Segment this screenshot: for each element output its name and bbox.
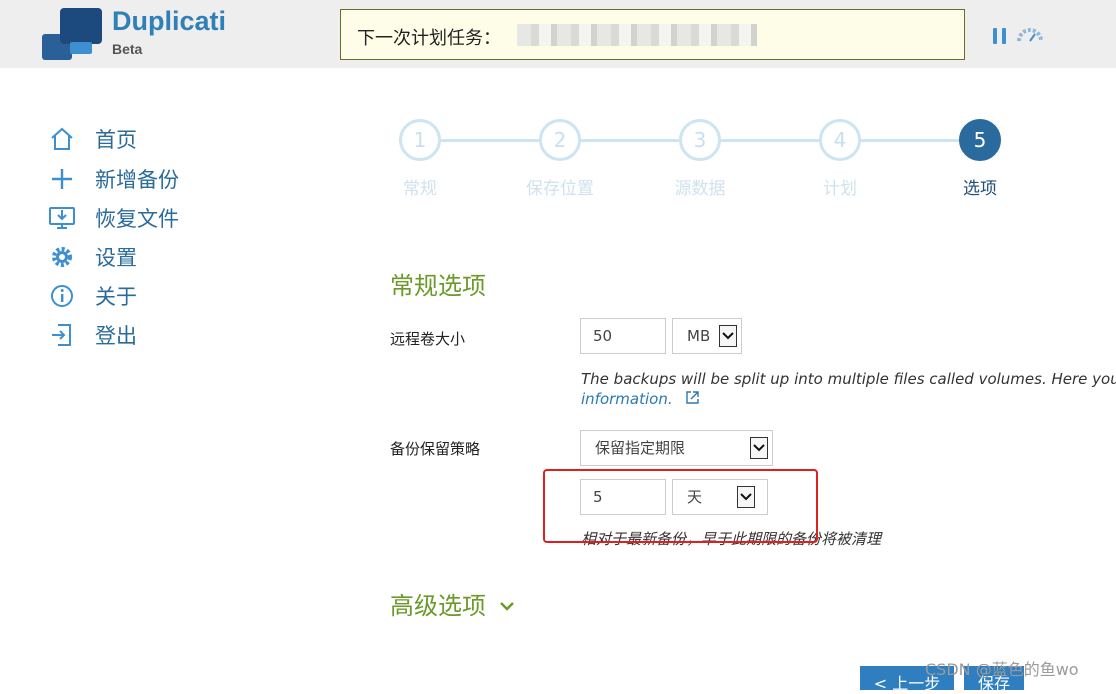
nav-item-add-backup[interactable]: 新增备份 bbox=[46, 164, 246, 194]
brand-name: Duplicati bbox=[112, 6, 227, 36]
step-2[interactable]: 2 bbox=[539, 119, 581, 161]
pause-icon[interactable] bbox=[993, 28, 1007, 44]
throttle-icon[interactable] bbox=[1016, 26, 1044, 44]
volume-size-label: 远程卷大小 bbox=[390, 330, 466, 348]
nav-item-settings[interactable]: 设置 bbox=[46, 242, 246, 272]
step-4[interactable]: 4 bbox=[819, 119, 861, 161]
nav-label-about: 关于 bbox=[95, 285, 137, 309]
more-info-link[interactable]: information. bbox=[581, 390, 673, 408]
home-icon bbox=[46, 125, 78, 153]
restore-icon bbox=[46, 204, 78, 232]
nav-label-restore: 恢复文件 bbox=[95, 207, 179, 231]
volume-size-input[interactable]: 50 bbox=[580, 318, 666, 354]
watermark: CSDN @蓝色的鱼wo bbox=[925, 660, 1079, 679]
nav-item-restore[interactable]: 恢复文件 bbox=[46, 203, 246, 233]
nav-item-logout[interactable]: 登出 bbox=[46, 320, 246, 350]
nav-item-about[interactable]: 关于 bbox=[46, 281, 246, 311]
next-task-label: 下一次计划任务： bbox=[357, 28, 501, 49]
logout-icon bbox=[46, 321, 78, 349]
step-3[interactable]: 3 bbox=[679, 119, 721, 161]
volume-help-link-row: information. bbox=[581, 390, 700, 408]
duplicati-logo bbox=[42, 8, 102, 60]
plus-icon bbox=[46, 165, 78, 193]
retention-label: 备份保留策略 bbox=[390, 440, 481, 458]
gear-icon bbox=[46, 243, 78, 271]
volume-unit-select[interactable]: MB bbox=[672, 318, 742, 354]
step-5[interactable]: 5 bbox=[959, 119, 1001, 161]
advanced-options-toggle[interactable]: 高级选项 bbox=[390, 586, 514, 621]
step-label-source[interactable]: 源数据 bbox=[640, 174, 760, 199]
step-label-destination[interactable]: 保存位置 bbox=[500, 174, 620, 199]
nav-label-add-backup: 新增备份 bbox=[95, 168, 179, 192]
step-1[interactable]: 1 bbox=[399, 119, 441, 161]
next-task-banner: 下一次计划任务： bbox=[340, 9, 965, 60]
step-label-schedule[interactable]: 计划 bbox=[780, 174, 900, 199]
annotation-highlight-box bbox=[543, 469, 818, 543]
nav-label-home: 首页 bbox=[95, 128, 137, 152]
chevron-down-icon bbox=[750, 437, 768, 459]
top-header: Duplicati Beta 下一次计划任务： bbox=[0, 0, 1116, 68]
nav-label-settings: 设置 bbox=[95, 246, 137, 270]
volume-unit-value: MB bbox=[687, 327, 711, 345]
retention-policy-select[interactable]: 保留指定期限 bbox=[580, 430, 773, 466]
external-link-icon[interactable] bbox=[685, 390, 700, 405]
advanced-options-title: 高级选项 bbox=[390, 592, 486, 620]
redacted-region bbox=[517, 24, 757, 46]
volume-help-text: The backups will be split up into multip… bbox=[581, 370, 1116, 388]
nav-item-home[interactable]: 首页 bbox=[46, 124, 246, 154]
general-options-title: 常规选项 bbox=[390, 272, 486, 300]
chevron-down-icon bbox=[719, 325, 737, 347]
step-label-general[interactable]: 常规 bbox=[360, 174, 480, 199]
chevron-down-icon bbox=[499, 602, 514, 611]
brand-sub: Beta bbox=[112, 41, 143, 57]
step-label-options[interactable]: 选项 bbox=[920, 174, 1040, 199]
nav-label-logout: 登出 bbox=[95, 324, 137, 348]
info-icon bbox=[46, 282, 78, 310]
retention-policy-value: 保留指定期限 bbox=[595, 439, 686, 457]
volume-help-body: The backups will be split up into multip… bbox=[581, 370, 1116, 388]
